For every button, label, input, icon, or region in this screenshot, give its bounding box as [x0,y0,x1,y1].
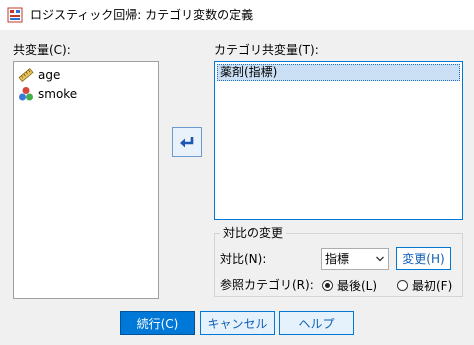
categorical-covariates-list[interactable]: 薬剤(指標) [214,61,463,220]
arrow-left-icon [180,137,194,148]
chevron-down-icon [376,256,384,262]
change-contrast-title: 対比の変更 [220,226,287,240]
contrast-select[interactable]: 指標 [321,248,389,270]
ruler-scale-icon [18,68,34,82]
list-item-selected[interactable]: 薬剤(指標) [217,64,460,81]
radio-first[interactable]: 最初(F) [397,277,452,294]
title-bar: ロジスティック回帰: カテゴリ変数の定義 [0,0,474,30]
help-button[interactable]: ヘルプ [279,311,354,335]
covariates-label: 共変量(C): [13,43,71,57]
covariates-list[interactable]: age smoke [13,61,159,299]
app-icon [7,7,23,23]
list-item-label: smoke [38,87,78,101]
reference-category-label: 参照カテゴリ(R): [220,278,314,292]
radio-selected-icon [322,280,333,291]
change-button[interactable]: 変更(H) [396,247,451,270]
nominal-balls-icon [19,87,33,101]
continue-button[interactable]: 続行(C) [120,311,195,335]
radio-last[interactable]: 最後(L) [322,277,377,294]
radio-last-label: 最後(L) [337,279,378,293]
radio-first-label: 最初(F) [412,279,453,293]
contrast-value: 指標 [325,252,350,266]
list-item-age[interactable]: age [18,66,60,84]
radio-unselected-icon [397,280,408,291]
categorical-covariates-label: カテゴリ共変量(T): [214,43,319,57]
list-item-smoke[interactable]: smoke [18,85,77,103]
contrast-label: 対比(N): [220,252,267,266]
cancel-button[interactable]: キャンセル [200,311,275,335]
move-variable-button[interactable] [172,127,202,157]
list-item-label: age [38,68,61,82]
window-title: ロジスティック回帰: カテゴリ変数の定義 [30,8,254,22]
